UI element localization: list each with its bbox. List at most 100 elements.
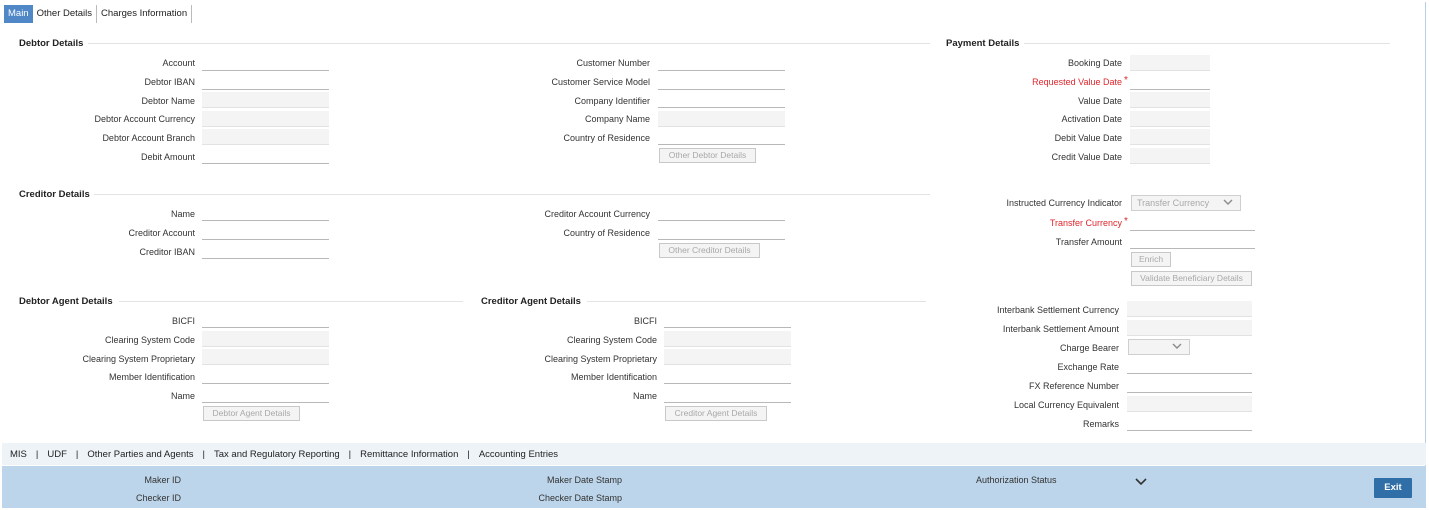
creditor-agent-bicfi-input[interactable] [664, 312, 791, 328]
creditor-country-of-residence-input[interactable] [658, 224, 785, 240]
tab-charges-information[interactable]: Charges Information [97, 5, 193, 23]
value-date-input[interactable] [1130, 92, 1210, 108]
link-separator: | [35, 448, 39, 460]
country-of-residence-input[interactable] [658, 129, 785, 145]
creditor-account-input[interactable] [202, 224, 329, 240]
debtor-agent-name-label: Name [170, 391, 195, 401]
authorization-status-label: Authorization Status [976, 475, 1057, 485]
creditor-agent-details-button[interactable]: Creditor Agent Details [665, 406, 767, 421]
requested-value-date-input[interactable] [1130, 74, 1210, 90]
transfer-amount-input[interactable] [1130, 233, 1255, 249]
creditor-agent-details-heading: Creditor Agent Details [481, 296, 581, 307]
company-identifier-input[interactable] [658, 92, 785, 108]
debtor-agent-clearing-system-proprietary-label: Clearing System Proprietary [82, 354, 195, 364]
charge-bearer-select[interactable] [1128, 339, 1190, 355]
exchange-rate-label: Exchange Rate [1057, 362, 1119, 372]
debtor-agent-bicfi-input[interactable] [202, 312, 329, 328]
country-of-residence-label: Country of Residence [563, 133, 650, 143]
chevron-down-icon [1223, 199, 1233, 205]
debtor-agent-bicfi-label: BICFI [171, 316, 195, 326]
other-debtor-details-button[interactable]: Other Debtor Details [659, 148, 756, 163]
instructed-currency-indicator-select[interactable]: Transfer Currency [1131, 195, 1241, 211]
debtor-account-currency-input[interactable] [202, 111, 329, 127]
debtor-agent-clearing-system-code-label: Clearing System Code [104, 335, 195, 345]
creditor-account-currency-input[interactable] [658, 205, 785, 221]
tab-bar: Main Other Details Charges Information [4, 5, 193, 23]
debtor-agent-clearing-system-code-input[interactable] [202, 331, 329, 347]
link-udf[interactable]: UDF [47, 449, 67, 460]
creditor-agent-member-identification-label: Member Identification [570, 372, 657, 382]
fx-reference-number-input[interactable] [1127, 377, 1252, 393]
debtor-name-input[interactable] [202, 92, 329, 108]
tab-other-details[interactable]: Other Details [33, 5, 98, 23]
creditor-name-input[interactable] [202, 205, 329, 221]
checker-id-label: Checker ID [135, 493, 181, 503]
creditor-account-currency-label: Creditor Account Currency [544, 209, 650, 219]
debtor-agent-member-identification-input[interactable] [202, 368, 329, 384]
other-creditor-details-button[interactable]: Other Creditor Details [659, 243, 760, 258]
enrich-button[interactable]: Enrich [1131, 252, 1171, 267]
link-mis[interactable]: MIS [10, 449, 27, 460]
maker-date-stamp-label: Maker Date Stamp [546, 475, 622, 485]
activation-date-input[interactable] [1130, 111, 1210, 127]
creditor-agent-bicfi-label: BICFI [633, 316, 657, 326]
debtor-account-branch-input[interactable] [202, 129, 329, 145]
section-divider [1024, 43, 1390, 44]
instructed-currency-indicator-label: Instructed Currency Indicator [1006, 198, 1122, 208]
debit-value-date-input[interactable] [1130, 129, 1210, 145]
debtor-details-heading: Debtor Details [19, 38, 84, 49]
customer-number-input[interactable] [658, 55, 785, 71]
link-accounting-entries[interactable]: Accounting Entries [479, 449, 558, 460]
creditor-agent-member-identification-input[interactable] [664, 368, 791, 384]
credit-value-date-label: Credit Value Date [1051, 152, 1122, 162]
debtor-agent-clearing-system-proprietary-input[interactable] [202, 349, 329, 365]
debtor-agent-name-input[interactable] [202, 387, 329, 403]
interbank-settlement-amount-label: Interbank Settlement Amount [1002, 324, 1119, 334]
booking-date-label: Booking Date [1067, 58, 1122, 68]
creditor-country-of-residence-label: Country of Residence [563, 228, 650, 238]
exchange-rate-input[interactable] [1127, 358, 1252, 374]
chevron-down-icon[interactable] [1135, 477, 1147, 486]
credit-value-date-input[interactable] [1130, 148, 1210, 164]
interbank-settlement-amount-input[interactable] [1127, 320, 1252, 336]
remarks-input[interactable] [1127, 415, 1252, 431]
maker-id-label: Maker ID [144, 475, 181, 485]
creditor-agent-clearing-system-proprietary-label: Clearing System Proprietary [544, 354, 657, 364]
customer-number-label: Customer Number [576, 58, 650, 68]
creditor-agent-name-input[interactable] [664, 387, 791, 403]
debit-amount-label: Debit Amount [140, 152, 195, 162]
link-remittance-information[interactable]: Remittance Information [360, 449, 458, 460]
debit-amount-input[interactable] [202, 148, 329, 164]
creditor-agent-clearing-system-code-input[interactable] [664, 331, 791, 347]
audit-footer: Maker ID Checker ID Maker Date Stamp Che… [2, 466, 1426, 508]
customer-service-model-input[interactable] [658, 74, 785, 90]
company-identifier-label: Company Identifier [574, 96, 650, 106]
validate-beneficiary-details-button[interactable]: Validate Beneficiary Details [1131, 271, 1252, 286]
transfer-currency-input[interactable] [1130, 215, 1255, 231]
customer-service-model-label: Customer Service Model [551, 77, 650, 87]
interbank-settlement-currency-input[interactable] [1127, 301, 1252, 317]
link-tax-and-regulatory-reporting[interactable]: Tax and Regulatory Reporting [214, 449, 340, 460]
account-label: Account [162, 58, 195, 68]
remarks-label: Remarks [1082, 419, 1119, 429]
debtor-agent-details-button[interactable]: Debtor Agent Details [203, 406, 300, 421]
local-currency-equivalent-input[interactable] [1127, 396, 1252, 412]
debtor-iban-label: Debtor IBAN [144, 77, 195, 87]
required-asterisk: * [1124, 216, 1128, 227]
requested-value-date-label: Requested Value Date [1032, 77, 1122, 87]
tab-main[interactable]: Main [4, 5, 33, 23]
link-other-parties-and-agents[interactable]: Other Parties and Agents [87, 449, 193, 460]
payment-details-heading: Payment Details [946, 38, 1020, 49]
interbank-settlement-currency-label: Interbank Settlement Currency [996, 305, 1119, 315]
creditor-agent-clearing-system-proprietary-input[interactable] [664, 349, 791, 365]
company-name-input[interactable] [658, 111, 785, 127]
booking-date-input[interactable] [1130, 55, 1210, 71]
debtor-iban-input[interactable] [202, 74, 329, 90]
activation-date-label: Activation Date [1061, 114, 1122, 124]
debtor-account-currency-label: Debtor Account Currency [94, 114, 195, 124]
account-input[interactable] [202, 55, 329, 71]
exit-button[interactable]: Exit [1374, 478, 1412, 498]
creditor-iban-input[interactable] [202, 243, 329, 259]
link-separator: | [75, 448, 79, 460]
value-date-label: Value Date [1078, 96, 1122, 106]
